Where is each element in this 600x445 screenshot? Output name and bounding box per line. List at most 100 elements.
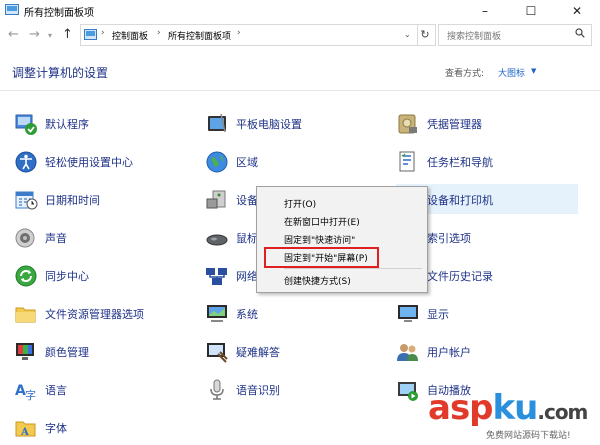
display-icon (398, 305, 418, 322)
view-by-dropdown[interactable]: 大图标 (498, 66, 525, 79)
menu-item-create-shortcut[interactable]: 创建快捷方式(S) (257, 271, 427, 289)
item-tablet-settings[interactable]: 平板电脑设置 (205, 108, 385, 138)
close-button[interactable]: ✕ (554, 0, 600, 22)
item-label: 系统 (236, 308, 258, 321)
item-label: 同步中心 (45, 270, 89, 283)
chevron-right-icon[interactable]: › (237, 28, 241, 38)
item-label: 凭据管理器 (427, 118, 482, 131)
item-label: 默认程序 (45, 118, 89, 131)
item-taskbar-navigation[interactable]: 任务栏和导航 (396, 146, 576, 176)
chevron-right-icon[interactable]: › (157, 28, 161, 38)
mouse-icon (206, 234, 228, 246)
item-label: 任务栏和导航 (427, 156, 493, 169)
view-by-label: 查看方式: (445, 69, 485, 79)
control-panel-icon (5, 4, 19, 15)
item-troubleshooting[interactable]: 疑难解答 (205, 336, 385, 366)
system-icon (207, 305, 227, 322)
item-label: 语音识别 (236, 384, 280, 397)
item-label: 疑难解答 (236, 346, 280, 359)
window-title: 所有控制面板项 (24, 8, 94, 19)
control-panel-icon (84, 29, 97, 40)
item-label: 语言 (45, 384, 67, 397)
item-label: 索引选项 (427, 232, 471, 245)
refresh-button[interactable]: ↻ (415, 24, 436, 46)
up-arrow-icon[interactable]: ↑ (62, 27, 73, 42)
navigation-bar: ← → ▾ ↑ › 控制面板 › 所有控制面板项 › ⌄ ↻ 搜索控制面板 (0, 22, 600, 48)
search-input[interactable]: 搜索控制面板 (438, 24, 592, 46)
default-programs-icon (15, 114, 37, 135)
network-icon (206, 268, 227, 285)
back-arrow-icon[interactable]: ← (8, 27, 19, 42)
item-default-programs[interactable]: 默认程序 (14, 108, 194, 138)
item-label: 鼠标 (236, 232, 258, 245)
item-date-time[interactable]: 日期和时间 (14, 184, 194, 214)
item-fonts[interactable]: A 字体 (14, 412, 194, 442)
highlight-callout-box (264, 247, 379, 268)
watermark-logo: aspku.com 免费网站源码下载站! (426, 388, 596, 443)
autoplay-icon (398, 382, 418, 401)
fonts-icon: A (15, 421, 36, 438)
svg-text:字: 字 (25, 388, 36, 402)
address-bar[interactable]: › 控制面板 › 所有控制面板项 › ⌄ (80, 24, 418, 46)
date-time-icon (15, 191, 38, 210)
item-label: 平板电脑设置 (236, 118, 302, 131)
device-manager-icon (206, 190, 226, 209)
folder-options-icon (15, 307, 36, 323)
chevron-right-icon[interactable]: › (101, 28, 105, 38)
ease-of-access-icon (15, 151, 37, 173)
menu-separator (284, 268, 422, 269)
tablet-settings-icon (208, 113, 226, 133)
divider (0, 90, 600, 91)
menu-item-open[interactable]: 打开(O) (257, 194, 427, 212)
watermark-subtitle: 免费网站源码下载站! (486, 431, 571, 441)
item-system[interactable]: 系统 (205, 298, 385, 328)
item-label: 区域 (236, 156, 258, 169)
search-icon[interactable] (575, 28, 585, 38)
item-color-management[interactable]: 颜色管理 (14, 336, 194, 366)
address-dropdown-icon[interactable]: ⌄ (404, 30, 411, 39)
taskbar-icon (399, 151, 415, 172)
menu-item-open-new-window[interactable]: 在新窗口中打开(E) (257, 212, 427, 230)
item-folder-options[interactable]: 文件资源管理器选项 (14, 298, 194, 328)
item-label: 声音 (45, 232, 67, 245)
language-icon: A 字 (15, 383, 36, 402)
item-ease-of-access[interactable]: 轻松使用设置中心 (14, 146, 194, 176)
minimize-button[interactable]: – (462, 0, 508, 22)
microphone-icon (210, 379, 224, 400)
title-bar: 所有控制面板项 – ☐ ✕ (0, 0, 600, 22)
sync-center-icon (15, 265, 37, 287)
troubleshooting-icon (207, 343, 228, 363)
item-label: 用户帐户 (427, 346, 471, 359)
svg-text:A: A (20, 427, 29, 438)
page-title: 调整计算机的设置 (12, 66, 109, 80)
item-label: 轻松使用设置中心 (45, 156, 133, 169)
region-globe-icon (206, 151, 228, 173)
item-sync-center[interactable]: 同步中心 (14, 260, 194, 290)
menu-item-pin-quick-access[interactable]: 固定到"快速访问" (257, 230, 427, 248)
item-language[interactable]: A 字 语言 (14, 374, 194, 404)
breadcrumb-all-items[interactable]: 所有控制面板项 (168, 29, 231, 42)
item-label: 设备和打印机 (427, 194, 493, 207)
credential-manager-icon (398, 114, 417, 134)
item-label: 日期和时间 (45, 194, 100, 207)
color-management-icon (16, 343, 34, 360)
user-accounts-icon (397, 344, 418, 361)
search-placeholder: 搜索控制面板 (447, 32, 502, 42)
item-credential-manager[interactable]: 凭据管理器 (396, 108, 576, 138)
forward-arrow-icon[interactable]: → (29, 27, 40, 42)
item-label: 颜色管理 (45, 346, 89, 359)
breadcrumb-control-panel[interactable]: 控制面板 (112, 29, 148, 42)
item-label: 字体 (45, 422, 67, 435)
page-header: 调整计算机的设置 查看方式: 大图标 ▼ (0, 48, 600, 90)
item-display[interactable]: 显示 (396, 298, 576, 328)
item-region[interactable]: 区域 (205, 146, 385, 176)
item-sound[interactable]: 声音 (14, 222, 194, 252)
watermark-text: aspku.com (428, 388, 588, 428)
item-speech-recognition[interactable]: 语音识别 (205, 374, 385, 404)
item-user-accounts[interactable]: 用户帐户 (396, 336, 576, 366)
item-label: 文件历史记录 (427, 270, 493, 283)
maximize-button[interactable]: ☐ (508, 0, 554, 22)
dropdown-caret-icon[interactable]: ▼ (531, 67, 536, 75)
recent-locations-icon[interactable]: ▾ (48, 31, 52, 40)
sound-icon (15, 228, 35, 248)
